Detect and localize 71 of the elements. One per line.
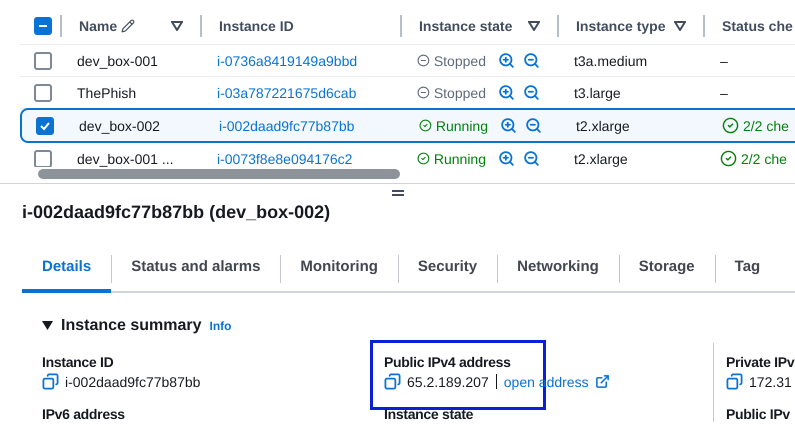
column-header[interactable]: Name (79, 18, 167, 34)
zoom-out-icon[interactable] (523, 52, 540, 69)
state-text: Running (436, 118, 488, 134)
zoom-in-icon[interactable] (500, 117, 517, 134)
copy-icon[interactable] (384, 373, 401, 390)
resize-handle[interactable] (392, 190, 404, 196)
zoom-out-icon[interactable] (523, 84, 540, 101)
tab[interactable]: Networking (497, 243, 619, 293)
instance-title: i-002daad9fc77b87bb (dev_box-002) (22, 202, 332, 223)
tab[interactable]: Tag (714, 243, 780, 293)
table-cell: 2/2 che (741, 150, 787, 166)
tab[interactable]: Status and alarms (111, 243, 280, 293)
copy-icon[interactable] (726, 373, 743, 390)
table-cell: – (720, 52, 728, 68)
table-row[interactable]: dev_box-002 i-002daad9fc77b87bb Running t2.xlarge 2/2 che (20, 108, 795, 143)
zoom-out-icon[interactable] (523, 150, 540, 167)
column-header[interactable]: Instance state (419, 18, 524, 34)
instance-link[interactable]: i-0736a8419149a9bbd (217, 52, 358, 68)
table-cell: dev_box-001 ... (77, 150, 174, 166)
tab[interactable]: Monitoring (280, 243, 398, 293)
field-label: Public IPv (726, 406, 791, 422)
table-row[interactable]: dev_box-001 i-0736a8419149a9bbd Stopped t3a.medium – (20, 45, 795, 77)
table-cell: – (720, 84, 728, 100)
row-checkbox[interactable] (34, 52, 52, 70)
scrollbar[interactable] (38, 169, 400, 179)
table-cell: dev_box-002 (79, 118, 160, 134)
table-cell: dev_box-001 (77, 52, 158, 68)
field-value: i-002daad9fc77b87bb (65, 374, 200, 390)
dash-icon (39, 25, 47, 27)
row-checkbox[interactable] (34, 150, 52, 167)
instance-link[interactable]: i-03a787221675d6cab (217, 84, 356, 100)
tab[interactable]: Security (398, 243, 498, 293)
instance-link[interactable]: i-002daad9fc77b87bb (219, 118, 354, 134)
field-value: 172.31 (749, 374, 792, 390)
table-cell: 2/2 che (743, 118, 789, 134)
field-value: 65.2.189.207 (407, 374, 489, 390)
tab[interactable]: Storage (618, 243, 715, 293)
row-checkbox[interactable] (36, 116, 54, 134)
instance-link[interactable]: i-0073f8e8e094176c2 (217, 150, 352, 166)
info-link[interactable]: Info (210, 319, 232, 333)
field-label: IPv6 address (42, 406, 126, 422)
table-cell: t3a.medium (574, 52, 648, 68)
state-text: Stopped (434, 52, 486, 68)
checkmark-icon (40, 120, 50, 130)
column-header[interactable]: Instance type (576, 18, 670, 34)
expand-toggle-icon[interactable] (42, 321, 53, 330)
table-cell: ThePhish (77, 84, 136, 100)
field-label: Private IPv (726, 354, 795, 370)
state-text: Stopped (434, 84, 486, 100)
caret-icon[interactable] (674, 21, 686, 31)
state-text: Running (434, 150, 486, 166)
tab[interactable]: Details (22, 243, 112, 293)
column-header[interactable]: Status che (722, 18, 795, 34)
section-title: Instance summary (61, 317, 202, 335)
caret-icon[interactable] (171, 21, 183, 31)
column-header[interactable]: Instance ID (219, 18, 383, 34)
select-all-checkbox[interactable] (34, 17, 52, 35)
caret-icon[interactable] (528, 21, 540, 31)
field-label: Public IPv4 address (384, 354, 512, 370)
zoom-in-icon[interactable] (498, 150, 515, 167)
field-label: Instance state (384, 406, 474, 422)
table-cell: t3.large (574, 84, 621, 100)
field-label: Instance ID (42, 354, 114, 370)
table-cell: t2.xlarge (574, 150, 628, 166)
row-checkbox[interactable] (34, 84, 52, 102)
table-cell: t2.xlarge (576, 118, 630, 134)
zoom-out-icon[interactable] (525, 117, 542, 134)
external-link-icon[interactable] (594, 374, 610, 389)
zoom-in-icon[interactable] (498, 52, 515, 69)
copy-icon[interactable] (42, 373, 59, 390)
zoom-in-icon[interactable] (498, 84, 515, 101)
